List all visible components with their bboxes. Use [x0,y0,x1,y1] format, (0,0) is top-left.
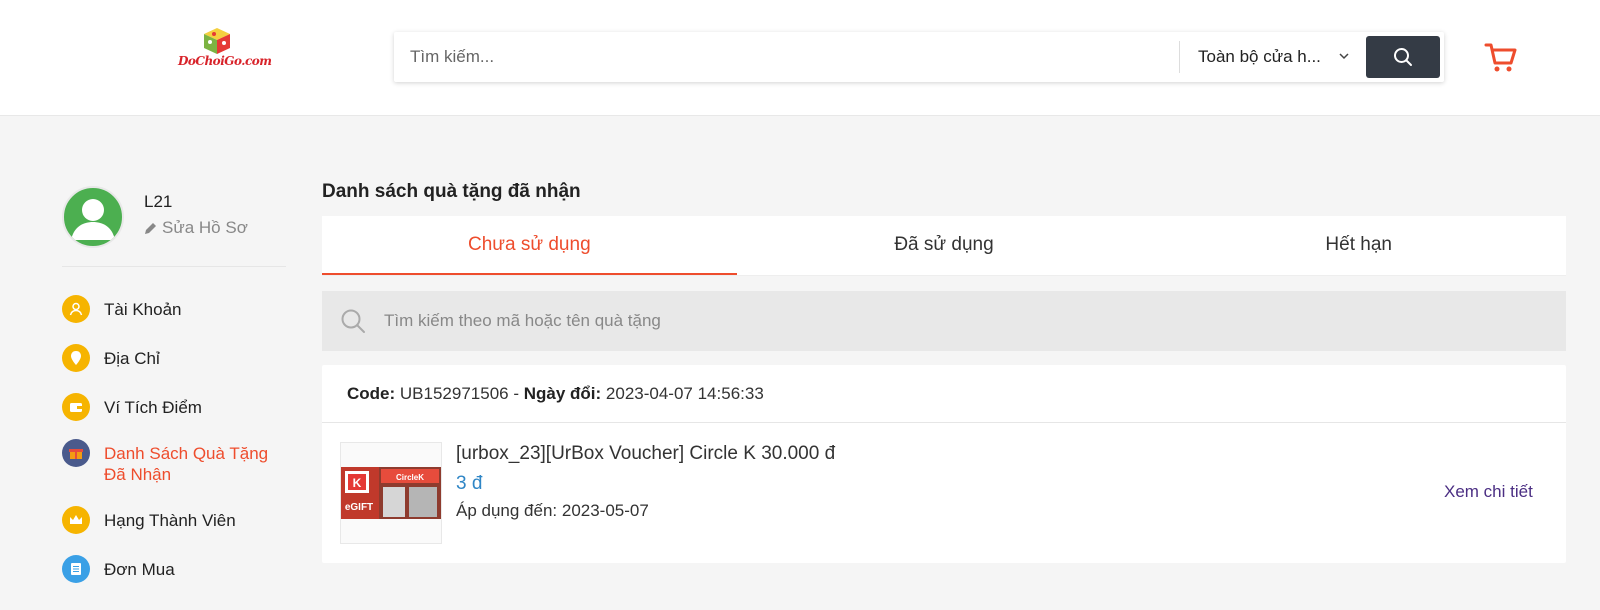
gift-thumbnail: CircleK K eGIFT [340,442,442,544]
pencil-icon [145,223,156,234]
tab-expired[interactable]: Hết hạn [1151,216,1566,275]
profile-username: L21 [144,192,173,211]
user-icon [62,295,90,323]
thumb-egift-text: eGIFT [345,502,373,513]
store-scope-select[interactable]: Toàn bộ cửa h... [1180,32,1360,82]
toy-cube-logo-icon [204,28,230,54]
gift-search-bar [322,291,1566,351]
page-title: Danh sách quà tặng đã nhận [322,181,581,202]
gift-code-label: Code: [347,384,396,403]
sidebar-item-membership[interactable]: Hạng Thành Viên [62,506,292,534]
edit-profile-link[interactable]: Sửa Hồ Sơ [144,218,248,238]
tab-used[interactable]: Đã sử dụng [737,216,1152,275]
logo-wordmark: DoChoiGo.com [178,54,272,68]
search-icon [341,309,365,333]
gift-name: [urbox_23][UrBox Voucher] Circle K 30.00… [456,443,836,464]
edit-profile-label: Sửa Hồ Sơ [162,218,248,237]
thumb-sign-text: CircleK [396,473,424,482]
location-pin-icon [62,344,90,372]
sidebar-item-label: Tài Khoản [104,300,182,319]
search-button[interactable] [1366,36,1440,78]
cart-icon [1484,43,1517,72]
site-header: DoChoiGo.com Toàn bộ cửa h... [0,0,1600,116]
sidebar-item-wallet[interactable]: Ví Tích Điểm [62,393,292,421]
sidebar-item-orders[interactable]: Đơn Mua [62,555,292,583]
gift-price: 3 đ [456,473,483,494]
cart-button[interactable] [1484,40,1518,74]
store-scope-value: Toàn bộ cửa h... [1198,47,1321,66]
sidebar-item-account[interactable]: Tài Khoản [62,295,292,323]
sidebar-item-label: Hạng Thành Viên [104,511,236,530]
gift-card-header: Code: UB152971506 - Ngày đổi: 2023-04-07… [322,365,1566,423]
sidebar-item-label: Danh Sách Quà Tặng Đã Nhận [104,444,269,484]
site-logo[interactable]: DoChoiGo.com [178,26,272,78]
gift-expiry: Áp dụng đến: 2023-05-07 [456,501,649,520]
gift-date-value: 2023-04-07 14:56:33 [605,384,764,403]
order-list-icon [62,555,90,583]
wallet-icon [62,393,90,421]
chevron-down-icon [1339,53,1349,60]
gift-date-label: Ngày đổi: [523,384,602,403]
sidebar-item-address[interactable]: Địa Chỉ [62,344,292,372]
gift-separator: - [508,384,524,403]
avatar[interactable] [62,186,124,248]
gift-code-value: UB152971506 [399,384,509,403]
sidebar-divider [62,266,286,267]
crown-icon [62,506,90,534]
sidebar-item-gifts[interactable]: Danh Sách Quà Tặng Đã Nhận [62,439,292,485]
sidebar-item-label: Địa Chỉ [104,349,160,368]
gift-icon [62,439,90,467]
search-icon [1394,48,1412,66]
gift-status-tabs: Chưa sử dụng Đã sử dụng Hết hạn [322,216,1566,276]
search-input[interactable] [394,32,1179,82]
tab-unused[interactable]: Chưa sử dụng [322,216,737,275]
sidebar-item-label: Đơn Mua [104,560,175,579]
thumb-k-text: K [353,476,362,490]
user-avatar-icon [71,199,115,240]
gift-search-input[interactable] [374,291,1554,351]
sidebar-item-label: Ví Tích Điểm [104,398,202,417]
view-detail-link[interactable]: Xem chi tiết [1444,482,1533,502]
gift-card: Code: UB152971506 - Ngày đổi: 2023-04-07… [322,365,1566,563]
header-search-bar: Toàn bộ cửa h... [394,32,1444,82]
